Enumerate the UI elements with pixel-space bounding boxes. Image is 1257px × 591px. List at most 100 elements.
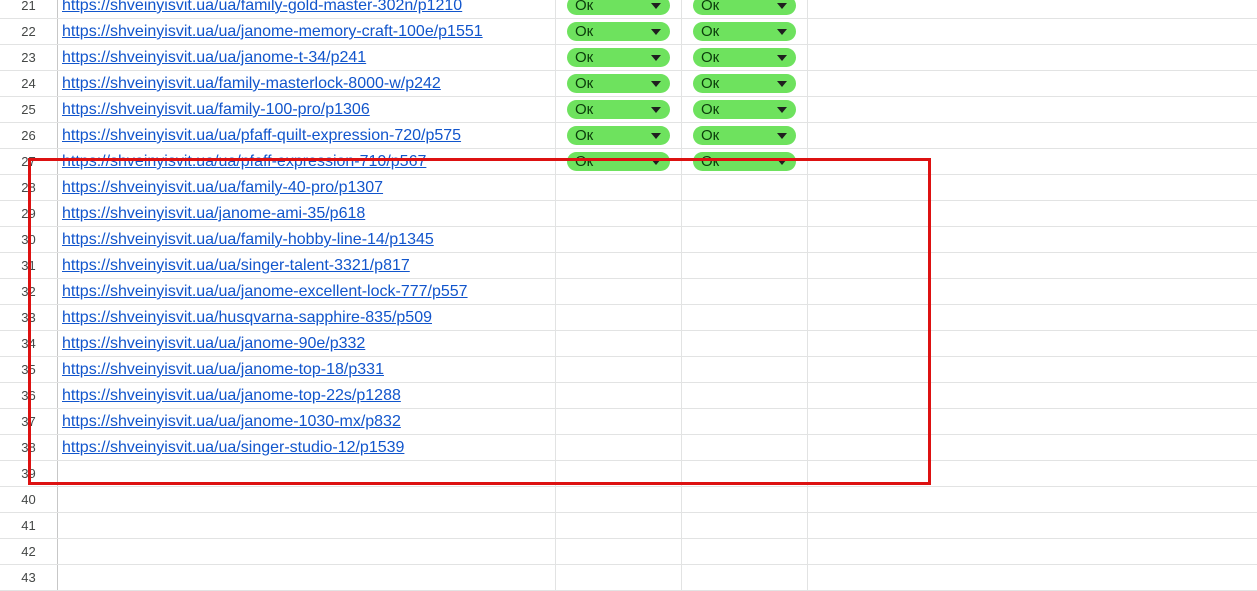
row-number[interactable]: 42: [0, 539, 58, 564]
status-cell-1[interactable]: Ок: [556, 149, 682, 174]
status-dropdown-chip[interactable]: Ок: [567, 22, 670, 41]
status-cell-1[interactable]: [556, 227, 682, 252]
row-number[interactable]: 25: [0, 97, 58, 122]
triangle-down-icon[interactable]: [651, 159, 661, 165]
status-cell-2[interactable]: Ок: [682, 123, 808, 148]
product-url-link[interactable]: https://shveinyisvit.ua/ua/janome-t-34/p…: [62, 45, 366, 70]
status-dropdown-chip[interactable]: Ок: [693, 126, 796, 145]
status-dropdown-chip[interactable]: Ок: [693, 22, 796, 41]
url-cell[interactable]: https://shveinyisvit.ua/ua/family-40-pro…: [58, 175, 556, 200]
status-dropdown-chip[interactable]: Ок: [693, 48, 796, 67]
url-cell[interactable]: [58, 487, 556, 512]
triangle-down-icon[interactable]: [651, 133, 661, 139]
product-url-link[interactable]: https://shveinyisvit.ua/ua/family-hobby-…: [62, 227, 434, 252]
status-cell-2[interactable]: [682, 435, 808, 460]
status-cell-1[interactable]: [556, 409, 682, 434]
status-dropdown-chip[interactable]: Ок: [567, 48, 670, 67]
product-url-link[interactable]: https://shveinyisvit.ua/ua/singer-talent…: [62, 253, 410, 278]
product-url-link[interactable]: https://shveinyisvit.ua/husqvarna-sapphi…: [62, 305, 432, 330]
status-cell-1[interactable]: [556, 539, 682, 564]
triangle-down-icon[interactable]: [777, 81, 787, 87]
url-cell[interactable]: https://shveinyisvit.ua/ua/janome-90e/p3…: [58, 331, 556, 356]
status-cell-1[interactable]: [556, 487, 682, 512]
triangle-down-icon[interactable]: [777, 3, 787, 9]
status-cell-2[interactable]: [682, 305, 808, 330]
row-number[interactable]: 32: [0, 279, 58, 304]
url-cell[interactable]: https://shveinyisvit.ua/ua/family-hobby-…: [58, 227, 556, 252]
triangle-down-icon[interactable]: [651, 81, 661, 87]
status-cell-2[interactable]: [682, 409, 808, 434]
status-cell-1[interactable]: [556, 383, 682, 408]
status-cell-1[interactable]: [556, 175, 682, 200]
triangle-down-icon[interactable]: [777, 107, 787, 113]
product-url-link[interactable]: https://shveinyisvit.ua/janome-ami-35/p6…: [62, 201, 365, 226]
status-dropdown-chip[interactable]: Ок: [567, 0, 670, 15]
url-cell[interactable]: https://shveinyisvit.ua/janome-ami-35/p6…: [58, 201, 556, 226]
status-cell-1[interactable]: Ок: [556, 123, 682, 148]
url-cell[interactable]: https://shveinyisvit.ua/ua/family-gold-m…: [58, 0, 556, 18]
url-cell[interactable]: [58, 513, 556, 538]
status-cell-2[interactable]: [682, 227, 808, 252]
row-number[interactable]: 29: [0, 201, 58, 226]
product-url-link[interactable]: https://shveinyisvit.ua/ua/janome-1030-m…: [62, 409, 401, 434]
status-cell-2[interactable]: [682, 383, 808, 408]
status-cell-1[interactable]: [556, 357, 682, 382]
status-cell-2[interactable]: [682, 565, 808, 590]
triangle-down-icon[interactable]: [651, 55, 661, 61]
url-cell[interactable]: https://shveinyisvit.ua/ua/singer-talent…: [58, 253, 556, 278]
product-url-link[interactable]: https://shveinyisvit.ua/ua/janome-excell…: [62, 279, 468, 304]
product-url-link[interactable]: https://shveinyisvit.ua/ua/janome-90e/p3…: [62, 331, 365, 356]
row-number[interactable]: 35: [0, 357, 58, 382]
status-cell-1[interactable]: [556, 435, 682, 460]
status-cell-2[interactable]: Ок: [682, 45, 808, 70]
status-cell-1[interactable]: Ок: [556, 45, 682, 70]
product-url-link[interactable]: https://shveinyisvit.ua/ua/singer-studio…: [62, 435, 404, 460]
status-cell-2[interactable]: Ок: [682, 149, 808, 174]
status-cell-2[interactable]: [682, 487, 808, 512]
url-cell[interactable]: https://shveinyisvit.ua/ua/singer-studio…: [58, 435, 556, 460]
url-cell[interactable]: https://shveinyisvit.ua/husqvarna-sapphi…: [58, 305, 556, 330]
status-cell-2[interactable]: Ок: [682, 19, 808, 44]
url-cell[interactable]: https://shveinyisvit.ua/family-100-pro/p…: [58, 97, 556, 122]
row-number[interactable]: 31: [0, 253, 58, 278]
status-cell-1[interactable]: Ок: [556, 0, 682, 18]
row-number[interactable]: 33: [0, 305, 58, 330]
status-cell-1[interactable]: [556, 201, 682, 226]
status-cell-1[interactable]: [556, 461, 682, 486]
triangle-down-icon[interactable]: [651, 29, 661, 35]
status-cell-2[interactable]: [682, 175, 808, 200]
triangle-down-icon[interactable]: [777, 133, 787, 139]
product-url-link[interactable]: https://shveinyisvit.ua/family-masterloc…: [62, 71, 441, 96]
status-cell-2[interactable]: Ок: [682, 97, 808, 122]
status-cell-2[interactable]: Ок: [682, 71, 808, 96]
row-number[interactable]: 28: [0, 175, 58, 200]
row-number[interactable]: 41: [0, 513, 58, 538]
status-cell-1[interactable]: [556, 305, 682, 330]
row-number[interactable]: 24: [0, 71, 58, 96]
status-dropdown-chip[interactable]: Ок: [693, 74, 796, 93]
url-cell[interactable]: https://shveinyisvit.ua/ua/janome-excell…: [58, 279, 556, 304]
row-number[interactable]: 22: [0, 19, 58, 44]
url-cell[interactable]: https://shveinyisvit.ua/ua/janome-top-18…: [58, 357, 556, 382]
url-cell[interactable]: https://shveinyisvit.ua/ua/janome-memory…: [58, 19, 556, 44]
status-dropdown-chip[interactable]: Ок: [693, 100, 796, 119]
status-cell-1[interactable]: Ок: [556, 97, 682, 122]
status-dropdown-chip[interactable]: Ок: [567, 152, 670, 171]
row-number[interactable]: 21: [0, 0, 58, 18]
row-number[interactable]: 36: [0, 383, 58, 408]
row-number[interactable]: 37: [0, 409, 58, 434]
row-number[interactable]: 30: [0, 227, 58, 252]
status-dropdown-chip[interactable]: Ок: [567, 74, 670, 93]
status-cell-2[interactable]: [682, 357, 808, 382]
status-cell-1[interactable]: [556, 253, 682, 278]
status-cell-2[interactable]: [682, 279, 808, 304]
row-number[interactable]: 43: [0, 565, 58, 590]
product-url-link[interactable]: https://shveinyisvit.ua/ua/pfaff-express…: [62, 149, 426, 174]
url-cell[interactable]: https://shveinyisvit.ua/family-masterloc…: [58, 71, 556, 96]
product-url-link[interactable]: https://shveinyisvit.ua/ua/janome-top-22…: [62, 383, 401, 408]
url-cell[interactable]: https://shveinyisvit.ua/ua/pfaff-quilt-e…: [58, 123, 556, 148]
status-cell-1[interactable]: [556, 565, 682, 590]
status-dropdown-chip[interactable]: Ок: [567, 126, 670, 145]
status-cell-1[interactable]: Ок: [556, 19, 682, 44]
status-cell-1[interactable]: [556, 513, 682, 538]
